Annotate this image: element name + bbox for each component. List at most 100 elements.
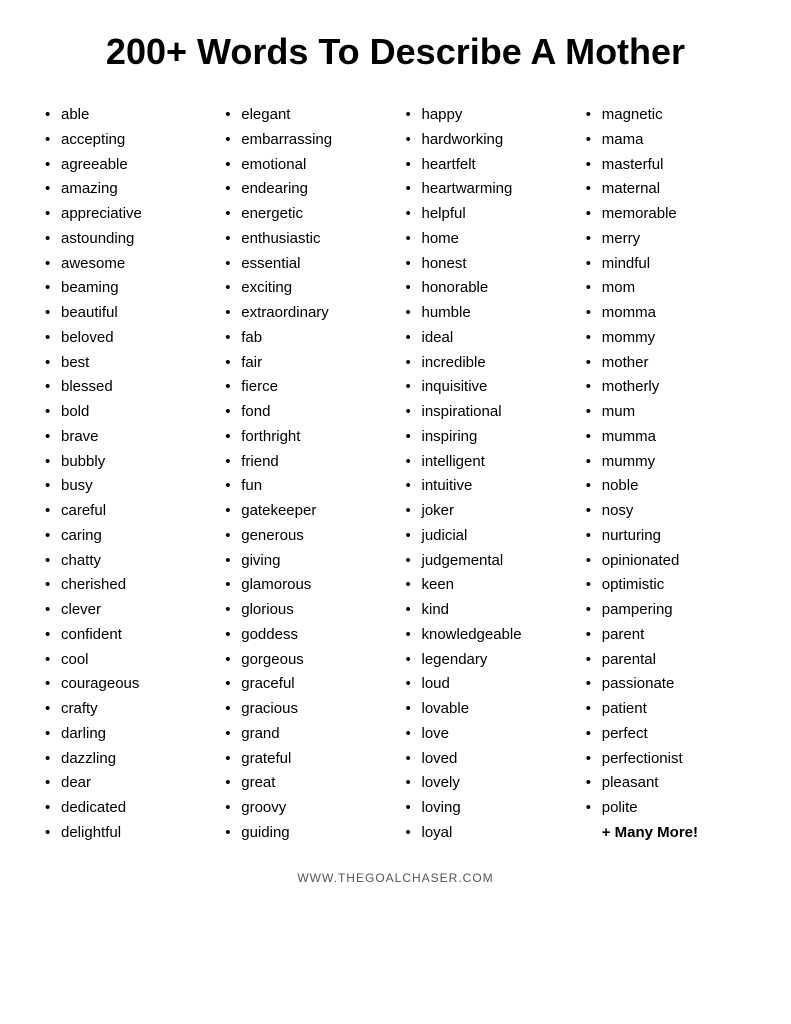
list-item: gorgeous	[225, 648, 385, 673]
list-item: keen	[406, 573, 566, 598]
list-item: mum	[586, 400, 746, 425]
list-item: fair	[225, 351, 385, 376]
list-item: careful	[45, 499, 205, 524]
list-item: brave	[45, 425, 205, 450]
list-item: glorious	[225, 598, 385, 623]
list-item: mommy	[586, 326, 746, 351]
list-item: grand	[225, 722, 385, 747]
list-item: graceful	[225, 672, 385, 697]
list-item: motherly	[586, 375, 746, 400]
list-item: groovy	[225, 796, 385, 821]
list-item: courageous	[45, 672, 205, 697]
list-item: beautiful	[45, 301, 205, 326]
list-item: clever	[45, 598, 205, 623]
list-item: elegant	[225, 103, 385, 128]
list-item: kind	[406, 598, 566, 623]
list-item: parental	[586, 648, 746, 673]
word-list-col3: happyhardworkingheartfeltheartwarminghel…	[406, 103, 566, 846]
list-item: able	[45, 103, 205, 128]
list-item: hardworking	[406, 128, 566, 153]
list-item: dedicated	[45, 796, 205, 821]
list-item: mummy	[586, 450, 746, 475]
word-list-col1: ableacceptingagreeableamazingappreciativ…	[45, 103, 205, 846]
list-item: lovable	[406, 697, 566, 722]
list-item: fierce	[225, 375, 385, 400]
footer-text: WWW.THEGOALCHASER.COM	[40, 871, 751, 885]
list-item: enthusiastic	[225, 227, 385, 252]
list-item: inspirational	[406, 400, 566, 425]
list-item: gracious	[225, 697, 385, 722]
list-item: love	[406, 722, 566, 747]
list-item: generous	[225, 524, 385, 549]
list-item: mom	[586, 276, 746, 301]
list-item: cherished	[45, 573, 205, 598]
word-column-col2: elegantembarrassingemotionalendearingene…	[220, 103, 390, 846]
list-item: fab	[225, 326, 385, 351]
list-item: extraordinary	[225, 301, 385, 326]
list-item: judgemental	[406, 549, 566, 574]
list-item: honest	[406, 252, 566, 277]
list-item: friend	[225, 450, 385, 475]
word-columns: ableacceptingagreeableamazingappreciativ…	[40, 103, 751, 846]
list-item: memorable	[586, 202, 746, 227]
list-item: nurturing	[586, 524, 746, 549]
list-item: merry	[586, 227, 746, 252]
list-item: guiding	[225, 821, 385, 846]
list-item: bold	[45, 400, 205, 425]
list-item: honorable	[406, 276, 566, 301]
list-item: loving	[406, 796, 566, 821]
list-item: mama	[586, 128, 746, 153]
list-item: loyal	[406, 821, 566, 846]
list-item: crafty	[45, 697, 205, 722]
list-item: patient	[586, 697, 746, 722]
list-item: great	[225, 771, 385, 796]
list-item: loud	[406, 672, 566, 697]
list-item: lovely	[406, 771, 566, 796]
list-item: mindful	[586, 252, 746, 277]
list-item: judicial	[406, 524, 566, 549]
list-item: heartwarming	[406, 177, 566, 202]
list-item: bubbly	[45, 450, 205, 475]
list-item: inspiring	[406, 425, 566, 450]
list-item: opinionated	[586, 549, 746, 574]
list-item: intuitive	[406, 474, 566, 499]
list-item: incredible	[406, 351, 566, 376]
list-item: maternal	[586, 177, 746, 202]
list-item: mother	[586, 351, 746, 376]
list-item: gatekeeper	[225, 499, 385, 524]
list-item: astounding	[45, 227, 205, 252]
list-item: optimistic	[586, 573, 746, 598]
list-item: fun	[225, 474, 385, 499]
list-item: exciting	[225, 276, 385, 301]
list-item: perfect	[586, 722, 746, 747]
list-item: delightful	[45, 821, 205, 846]
list-item: joker	[406, 499, 566, 524]
list-item: agreeable	[45, 153, 205, 178]
list-item: intelligent	[406, 450, 566, 475]
word-list-col2: elegantembarrassingemotionalendearingene…	[225, 103, 385, 846]
list-item: loved	[406, 747, 566, 772]
word-column-col1: ableacceptingagreeableamazingappreciativ…	[40, 103, 210, 846]
list-item: busy	[45, 474, 205, 499]
word-column-col4: magneticmamamasterfulmaternalmemorableme…	[581, 103, 751, 846]
list-item: passionate	[586, 672, 746, 697]
list-item: polite	[586, 796, 746, 821]
list-item: legendary	[406, 648, 566, 673]
list-item: pampering	[586, 598, 746, 623]
list-item: dazzling	[45, 747, 205, 772]
word-list-col4: magneticmamamasterfulmaternalmemorableme…	[586, 103, 746, 821]
list-item: nosy	[586, 499, 746, 524]
list-item: mumma	[586, 425, 746, 450]
list-item: beloved	[45, 326, 205, 351]
list-item: grateful	[225, 747, 385, 772]
list-item: parent	[586, 623, 746, 648]
list-item: forthright	[225, 425, 385, 450]
list-item: momma	[586, 301, 746, 326]
list-item: perfectionist	[586, 747, 746, 772]
list-item: embarrassing	[225, 128, 385, 153]
list-item: helpful	[406, 202, 566, 227]
list-item: best	[45, 351, 205, 376]
list-item: knowledgeable	[406, 623, 566, 648]
list-item: darling	[45, 722, 205, 747]
list-item: humble	[406, 301, 566, 326]
